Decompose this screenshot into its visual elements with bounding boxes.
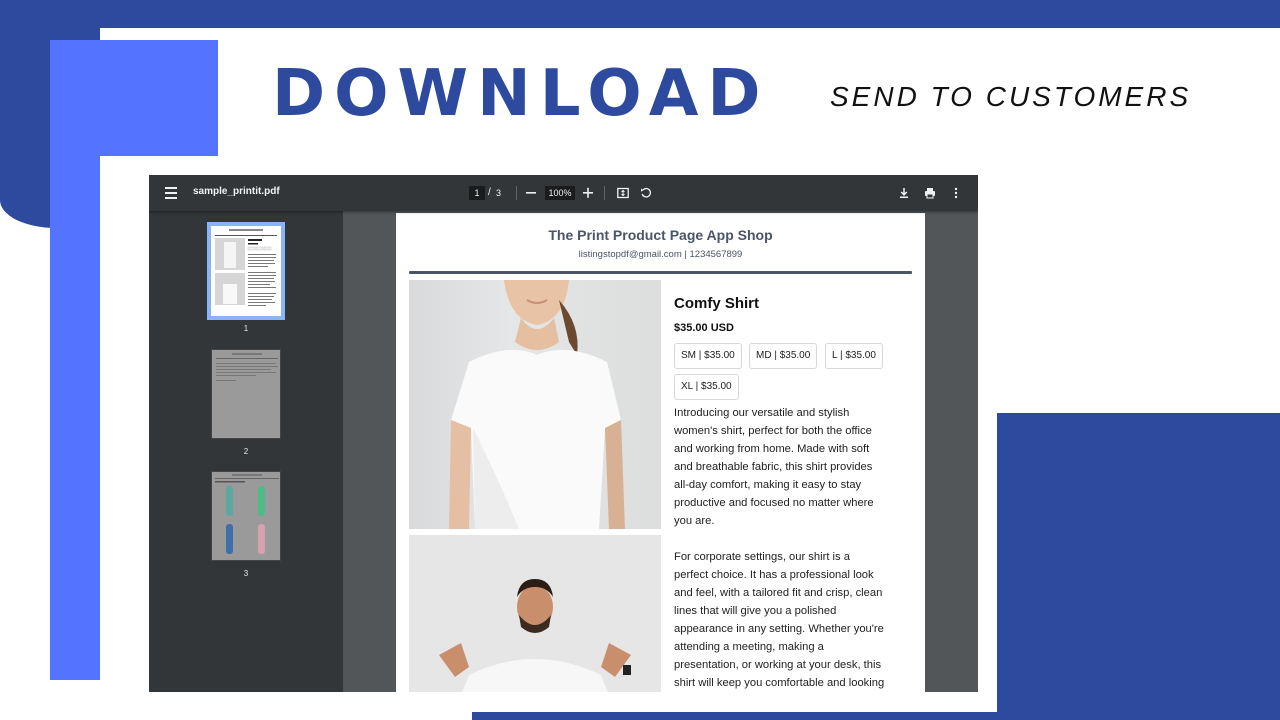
more-options-icon[interactable]: [947, 184, 965, 202]
print-icon[interactable]: [921, 184, 939, 202]
description-line: shirt will keep you comfortable and look…: [674, 677, 885, 689]
pdf-page: The Print Product Page App Shop listings…: [396, 213, 925, 692]
background-top-band: [0, 0, 1280, 28]
document-area[interactable]: The Print Product Page App Shop listings…: [343, 211, 978, 692]
variant-sm: SM | $35.00: [674, 343, 742, 369]
description-line: women's shirt, perfect for both the offi…: [674, 425, 872, 437]
toolbar-divider: [516, 186, 517, 200]
subheadline: SEND TO CUSTOMERS: [830, 81, 1192, 112]
variant-xl: XL | $35.00: [674, 374, 739, 400]
thumbnail-page-2[interactable]: [211, 349, 281, 439]
file-name: sample_printit.pdf: [193, 186, 280, 197]
description-line: and breathable fabric, this shirt provid…: [674, 461, 873, 473]
product-name: Comfy Shirt: [674, 295, 760, 312]
thumbnail-label: 3: [243, 569, 249, 578]
toolbar-divider: [604, 186, 605, 200]
thumbnail-label: 2: [243, 447, 249, 456]
description-line: perfect choice. It has a professional lo…: [674, 569, 874, 581]
download-icon[interactable]: [895, 184, 913, 202]
description-line: productive and focused no matter where: [674, 497, 874, 509]
description-line: lines that will give you a polished: [674, 605, 837, 617]
zoom-out-icon[interactable]: [522, 184, 540, 202]
description-line: presentation, or working at your desk, t…: [674, 659, 882, 671]
description-line: and working from home. Made with soft: [674, 443, 870, 455]
total-pages: 3: [496, 188, 502, 198]
background-bottom-band: [472, 712, 1280, 720]
description-line: attending a meeting, making a: [674, 641, 824, 653]
description-line: Introducing our versatile and stylish: [674, 407, 850, 419]
thumbnail-page-3[interactable]: [211, 471, 281, 561]
thumbnail-preview: [215, 474, 279, 554]
page-number-input[interactable]: 1: [469, 186, 485, 200]
description-line: and feel, with a tailored fit and crisp,…: [674, 587, 883, 599]
product-price: $35.00 USD: [674, 322, 734, 334]
zoom-in-icon[interactable]: [579, 184, 597, 202]
zoom-input[interactable]: 100%: [545, 186, 575, 200]
thumbnail-preview: [216, 353, 278, 381]
fit-page-icon[interactable]: [614, 184, 632, 202]
viewer-toolbar: sample_printit.pdf 1 / 3 100%: [149, 175, 978, 211]
description-line: For corporate settings, our shirt is a: [674, 551, 850, 563]
page-separator: /: [488, 187, 491, 198]
product-image-woman: [409, 280, 661, 529]
thumbnail-label: 1: [243, 324, 249, 333]
headline: DOWNLOAD: [272, 57, 770, 131]
background-right-block: [997, 413, 1280, 720]
thumbnail-sidebar: 1 2 3: [149, 211, 343, 692]
variant-md: MD | $35.00: [749, 343, 818, 369]
product-image-man: [409, 535, 661, 692]
menu-icon[interactable]: [163, 185, 179, 201]
rotate-icon[interactable]: [637, 184, 655, 202]
shop-title: The Print Product Page App Shop: [548, 227, 773, 243]
thumbnail-page-1[interactable]: [207, 222, 285, 320]
header-divider: [409, 271, 912, 274]
description-line: you are.: [674, 515, 715, 527]
thumbnail-preview: [215, 229, 277, 306]
pdf-viewer: sample_printit.pdf 1 / 3 100% 1 2 3 The …: [149, 175, 978, 692]
description-line: appearance in any setting. Whether you'r…: [674, 623, 884, 635]
shop-contact: listingstopdf@gmail.com | 1234567899: [578, 249, 743, 260]
description-line: all-day comfort, making it easy to stay: [674, 479, 862, 491]
variant-l: L | $35.00: [825, 343, 883, 369]
